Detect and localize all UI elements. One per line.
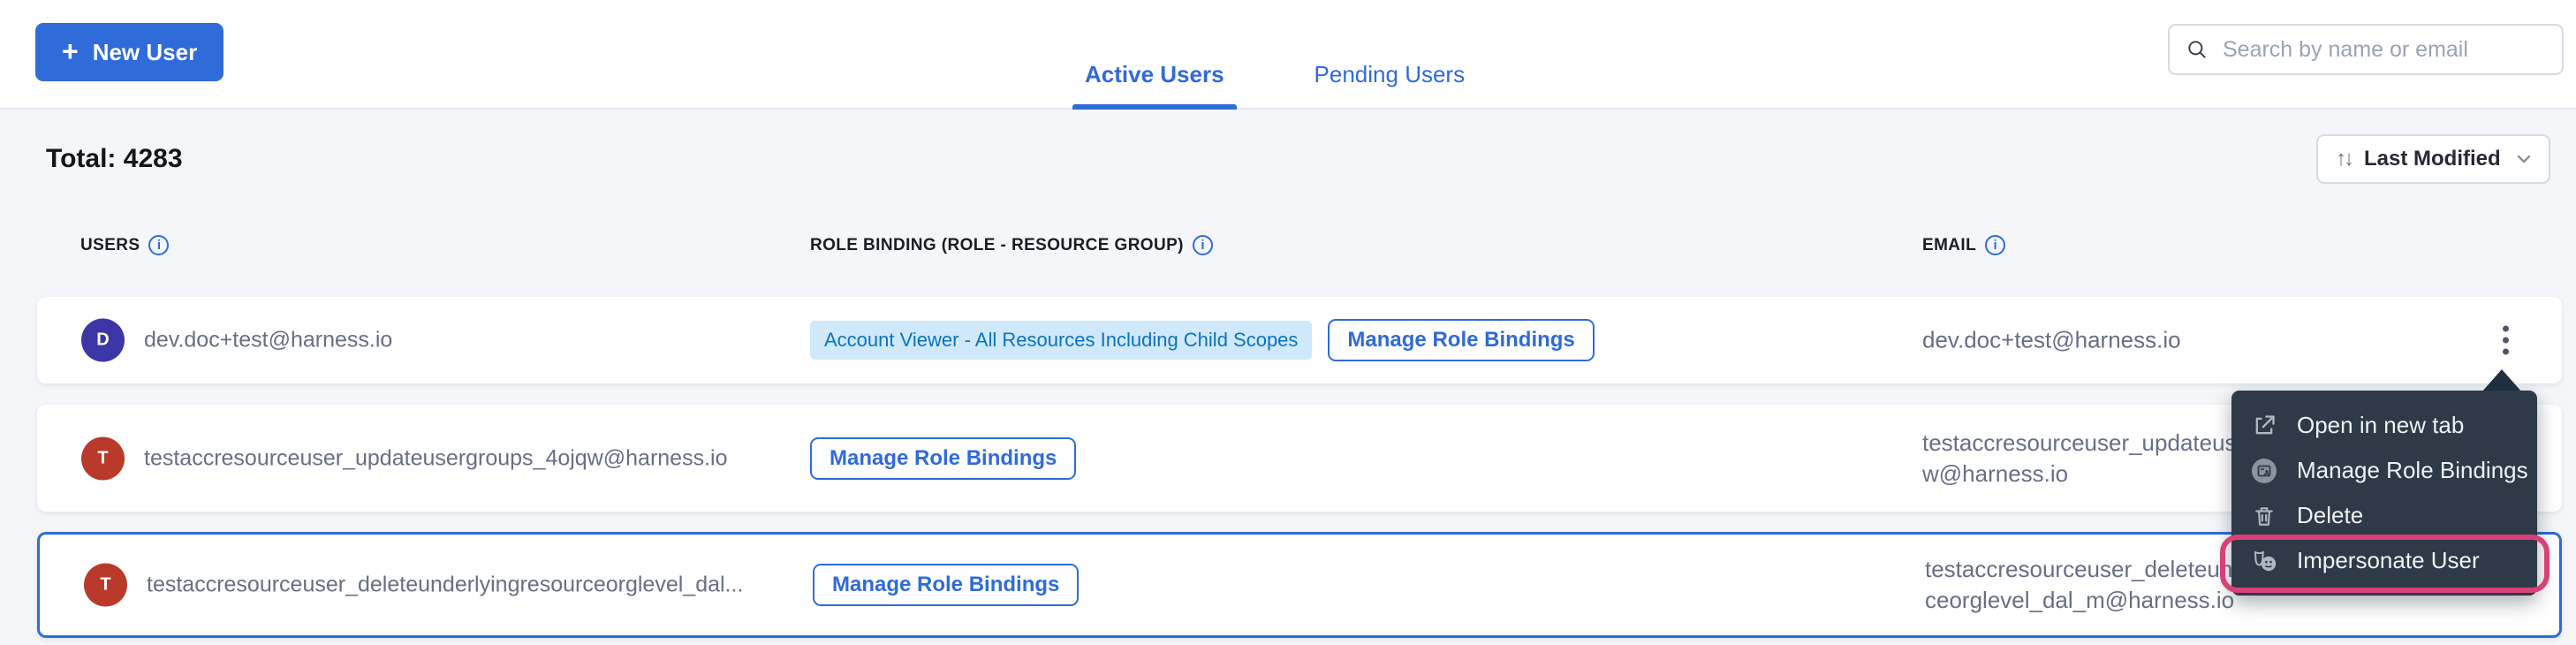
avatar: D [81,319,125,362]
row-actions-context-menu: Open in new tab Manage Role Bindings [2231,391,2537,596]
info-icon[interactable]: i [1193,235,1213,255]
delete-icon [2249,505,2279,527]
column-header-email: EMAIL i [1922,235,2005,255]
column-header-email-label: EMAIL [1922,236,1976,255]
manage-role-bindings-icon [2249,458,2279,484]
menu-item-label: Manage Role Bindings [2297,457,2528,484]
tab-pending-users-label: Pending Users [1315,61,1466,87]
menu-item-manage-role-bindings[interactable]: Manage Role Bindings [2231,448,2537,493]
email-line: dev.doc+test@harness.io [1922,325,2181,356]
column-header-role-binding: ROLE BINDING (ROLE - RESOURCE GROUP) i [810,235,1213,255]
plus-icon: + [62,37,79,65]
user-cell: T testaccresourceuser_updateusergroups_4… [81,436,728,480]
menu-item-label: Open in new tab [2297,412,2464,439]
user-cell: D dev.doc+test@harness.io [81,319,392,362]
menu-item-open-in-new-tab[interactable]: Open in new tab [2231,403,2537,448]
chevron-down-icon [2513,148,2534,170]
avatar: T [84,564,127,607]
column-header-users: USERS i [80,235,169,255]
table-row[interactable]: D dev.doc+test@harness.io Account Viewer… [37,297,2562,383]
menu-item-impersonate-user[interactable]: Impersonate User [2231,538,2537,583]
manage-role-bindings-button[interactable]: Manage Role Bindings [813,564,1079,606]
sort-dropdown[interactable]: ↑↓ Last Modified [2316,134,2550,184]
role-binding-badge: Account Viewer - All Resources Including… [810,321,1312,360]
tab-bar: Active Users Pending Users [1074,0,1475,110]
page-header: + New User Active Users Pending Users [0,0,2576,110]
role-binding-cell: Account Viewer - All Resources Including… [810,319,1595,361]
search-icon [2186,38,2209,61]
manage-role-bindings-button[interactable]: Manage Role Bindings [810,437,1076,480]
user-cell: T testaccresourceuser_deleteunderlyingre… [84,564,743,607]
role-binding-cell: Manage Role Bindings [810,437,1076,480]
email-cell: dev.doc+test@harness.io [1922,325,2181,356]
tab-active-users[interactable]: Active Users [1074,61,1235,110]
info-icon[interactable]: i [1985,235,2005,255]
new-user-button[interactable]: + New User [35,23,224,81]
menu-item-delete[interactable]: Delete [2231,493,2537,538]
row-actions-kebab-icon[interactable] [2496,319,2516,362]
manage-role-bindings-button[interactable]: Manage Role Bindings [1328,319,1594,361]
user-management-page: + New User Active Users Pending Users To… [0,0,2576,645]
menu-item-label: Delete [2297,502,2363,529]
table-row[interactable]: T testaccresourceuser_updateusergroups_4… [37,405,2562,512]
menu-item-label: Impersonate User [2297,547,2480,574]
impersonate-user-icon [2249,549,2279,573]
search-input[interactable] [2221,36,2546,64]
total-count-label: Total: 4283 [46,144,183,174]
sort-dropdown-label: Last Modified [2364,147,2501,171]
column-header-users-label: USERS [80,236,140,255]
info-icon[interactable]: i [148,235,169,255]
avatar: T [81,436,125,480]
user-name: testaccresourceuser_updateusergroups_4oj… [144,445,728,471]
tab-pending-users[interactable]: Pending Users [1304,61,1476,110]
sort-arrows-icon: ↑↓ [2336,147,2352,171]
tab-active-users-label: Active Users [1085,61,1224,87]
search-box[interactable] [2168,24,2564,75]
table-row[interactable]: T testaccresourceuser_deleteunderlyingre… [37,532,2562,638]
user-name: testaccresourceuser_deleteunderlyingreso… [147,573,743,598]
user-name: dev.doc+test@harness.io [144,328,392,353]
role-binding-cell: Manage Role Bindings [813,564,1079,606]
new-user-button-label: New User [93,39,198,66]
context-menu-caret [2481,369,2522,392]
column-header-role-binding-label: ROLE BINDING (ROLE - RESOURCE GROUP) [810,236,1184,255]
open-in-new-tab-icon [2249,414,2279,438]
